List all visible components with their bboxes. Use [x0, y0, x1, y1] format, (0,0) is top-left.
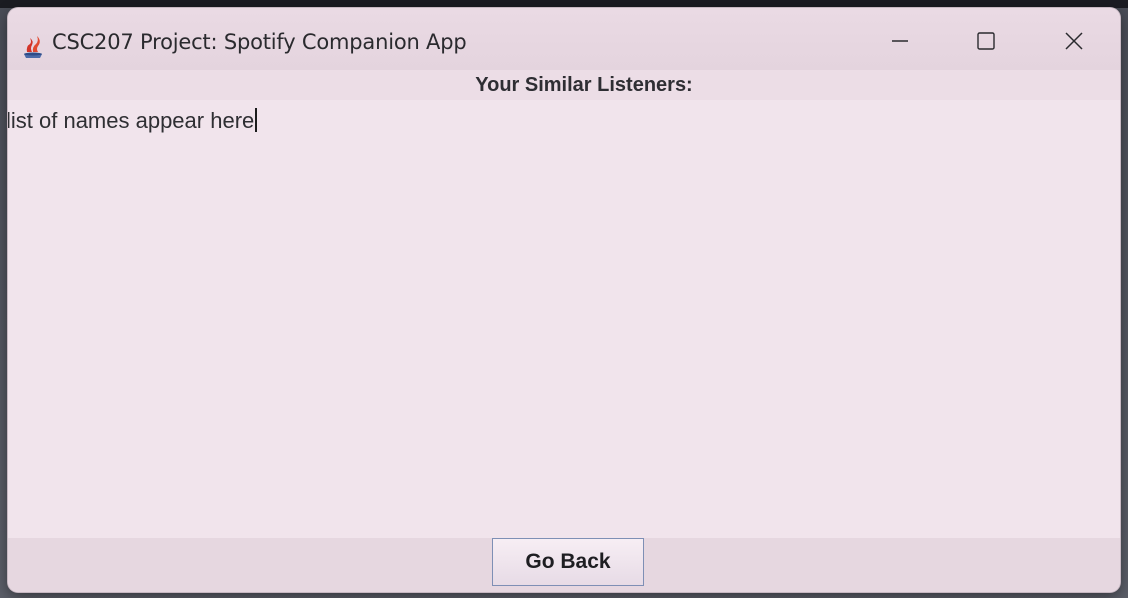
maximize-icon: [977, 32, 995, 50]
names-list-text[interactable]: list of names appear here: [8, 108, 257, 134]
close-icon: [1065, 32, 1083, 50]
maximize-button[interactable]: [956, 16, 1016, 66]
close-button[interactable]: [1044, 16, 1104, 66]
footer-bar: Go Back: [8, 538, 1120, 592]
java-coffee-icon: [24, 36, 42, 58]
title-bar[interactable]: CSC207 Project: Spotify Companion App: [8, 8, 1120, 70]
text-caret: [255, 108, 257, 132]
names-placeholder-text: list of names appear here: [8, 108, 255, 133]
go-back-button[interactable]: Go Back: [492, 538, 644, 586]
similar-listeners-heading: Your Similar Listeners:: [475, 74, 693, 96]
window-title: CSC207 Project: Spotify Companion App: [52, 30, 467, 54]
desktop-background: CSC207 Project: Spotify Companion App Yo…: [0, 0, 1128, 598]
minimize-icon: [892, 40, 908, 42]
minimize-button[interactable]: [870, 16, 930, 66]
names-text-area[interactable]: list of names appear here: [8, 100, 1120, 538]
app-window: CSC207 Project: Spotify Companion App Yo…: [8, 8, 1120, 592]
